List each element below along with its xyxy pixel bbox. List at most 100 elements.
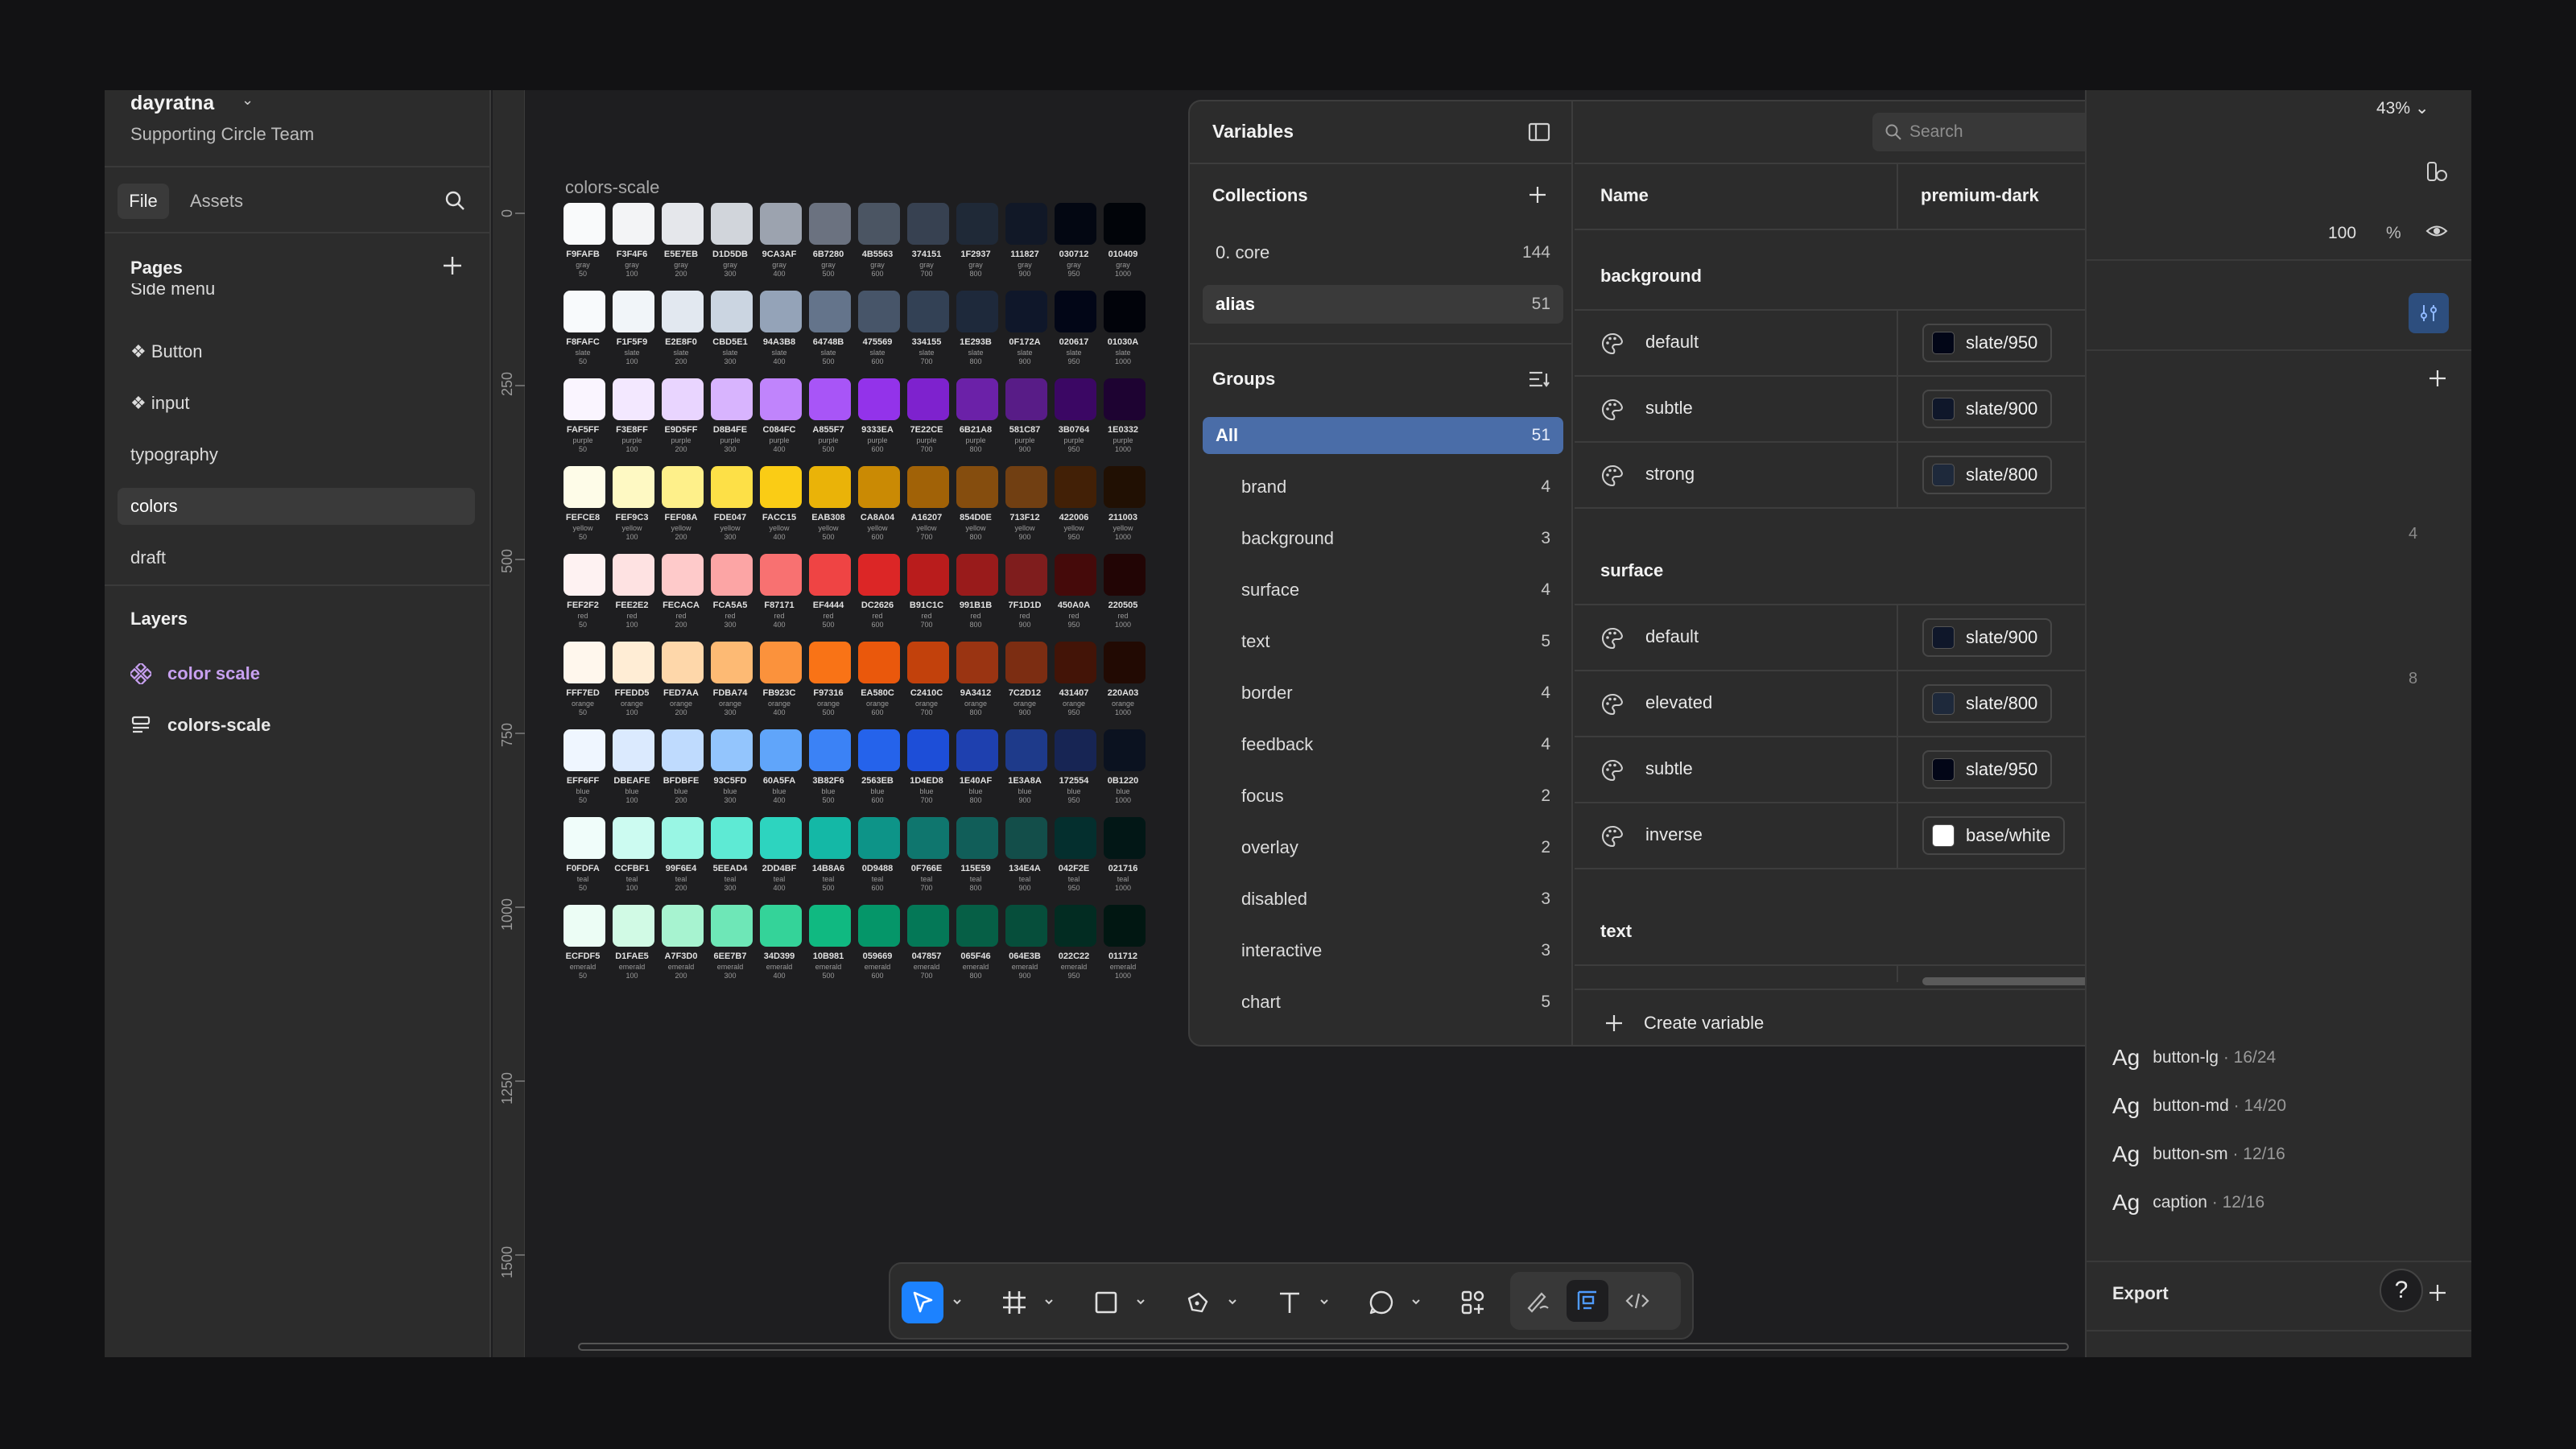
color-swatch[interactable]: [809, 905, 851, 947]
page-item-side-menu[interactable]: Side menu: [118, 283, 475, 304]
color-swatch[interactable]: [809, 642, 851, 683]
color-swatch[interactable]: [956, 817, 998, 859]
color-swatch[interactable]: [809, 466, 851, 508]
color-swatch[interactable]: [662, 554, 704, 596]
variable-name[interactable]: elevated: [1645, 692, 1712, 713]
color-swatch[interactable]: [1055, 817, 1096, 859]
color-swatch[interactable]: [711, 729, 753, 771]
color-swatch[interactable]: [1005, 291, 1047, 332]
apply-variable-button[interactable]: [2409, 293, 2449, 333]
add-style-icon[interactable]: [2426, 367, 2449, 390]
color-swatch[interactable]: [956, 378, 998, 420]
variable-mode-icon[interactable]: [2425, 159, 2449, 184]
color-swatch[interactable]: [564, 729, 605, 771]
color-swatch[interactable]: [1055, 203, 1096, 245]
column-header-name[interactable]: Name: [1600, 185, 1649, 206]
collection-item-core[interactable]: 0. core 144: [1203, 233, 1563, 272]
frame-tool-button[interactable]: [993, 1282, 1035, 1323]
color-swatch[interactable]: [907, 378, 949, 420]
zoom-level[interactable]: 43% ⌄: [2376, 98, 2429, 118]
chevron-down-icon[interactable]: [1043, 1296, 1055, 1307]
rectangle-tool-button[interactable]: [1085, 1282, 1127, 1323]
color-swatch[interactable]: [956, 291, 998, 332]
color-swatch[interactable]: [1104, 554, 1146, 596]
color-swatch[interactable]: [907, 905, 949, 947]
create-variable-button[interactable]: Create variable: [1604, 1013, 1764, 1034]
frame-title[interactable]: colors-scale: [565, 177, 659, 198]
color-swatch[interactable]: [1055, 905, 1096, 947]
export-section-title[interactable]: Export: [2112, 1283, 2169, 1304]
chevron-down-icon[interactable]: [952, 1296, 963, 1307]
color-swatch[interactable]: [760, 554, 802, 596]
color-swatch[interactable]: [564, 378, 605, 420]
chevron-down-icon[interactable]: [1227, 1296, 1238, 1307]
design-mode-button[interactable]: [1567, 1280, 1608, 1322]
page-item-draft[interactable]: draft: [118, 539, 475, 576]
variable-name[interactable]: default: [1645, 332, 1699, 353]
sidebar-toggle-icon[interactable]: [1528, 122, 1550, 142]
variable-name[interactable]: default: [1645, 626, 1699, 647]
color-swatch[interactable]: [1104, 905, 1146, 947]
variable-name[interactable]: subtle: [1645, 758, 1693, 779]
color-swatch[interactable]: [711, 291, 753, 332]
color-swatch[interactable]: [1055, 729, 1096, 771]
color-swatch[interactable]: [858, 466, 900, 508]
color-swatch[interactable]: [858, 905, 900, 947]
color-swatch[interactable]: [711, 554, 753, 596]
color-swatch[interactable]: [662, 378, 704, 420]
color-swatch[interactable]: [858, 729, 900, 771]
group-item-chart[interactable]: chart 5: [1203, 984, 1563, 1021]
color-swatch[interactable]: [858, 291, 900, 332]
color-swatch[interactable]: [564, 554, 605, 596]
color-swatch[interactable]: [956, 554, 998, 596]
color-swatch[interactable]: [1005, 817, 1047, 859]
column-header-mode[interactable]: premium-dark: [1921, 185, 2039, 206]
color-swatch[interactable]: [1005, 466, 1047, 508]
color-swatch[interactable]: [662, 203, 704, 245]
variable-value-pill[interactable]: base/white: [1922, 816, 2066, 855]
color-swatch[interactable]: [711, 905, 753, 947]
color-swatch[interactable]: [907, 554, 949, 596]
group-item-all[interactable]: All 51: [1203, 417, 1563, 454]
color-swatch[interactable]: [760, 642, 802, 683]
chevron-down-icon[interactable]: [1135, 1296, 1146, 1307]
layer-item-color-scale[interactable]: color scale: [130, 663, 260, 684]
group-item-surface[interactable]: surface 4: [1203, 572, 1563, 609]
color-swatch[interactable]: [662, 642, 704, 683]
color-swatch[interactable]: [809, 729, 851, 771]
color-swatch[interactable]: [809, 203, 851, 245]
color-swatch[interactable]: [711, 378, 753, 420]
variable-name[interactable]: strong: [1645, 464, 1695, 485]
color-swatch[interactable]: [956, 466, 998, 508]
color-swatch[interactable]: [760, 203, 802, 245]
variable-name[interactable]: inverse: [1645, 824, 1703, 845]
add-collection-icon[interactable]: [1526, 184, 1549, 206]
opacity-input[interactable]: 100 %: [2312, 216, 2401, 251]
color-swatch[interactable]: [956, 642, 998, 683]
color-swatch[interactable]: [613, 554, 654, 596]
page-item-button[interactable]: ❖ Button: [118, 333, 475, 370]
variable-value-pill[interactable]: slate/950: [1922, 750, 2053, 789]
color-swatch[interactable]: [1104, 642, 1146, 683]
workspace-name[interactable]: dayratna: [130, 92, 214, 115]
color-swatch[interactable]: [1055, 466, 1096, 508]
color-swatch[interactable]: [1104, 817, 1146, 859]
color-swatch[interactable]: [613, 203, 654, 245]
eye-icon[interactable]: [2425, 219, 2449, 243]
group-item-text[interactable]: text 5: [1203, 623, 1563, 660]
color-swatch[interactable]: [907, 466, 949, 508]
search-icon[interactable]: [443, 188, 467, 213]
group-item-disabled[interactable]: disabled 3: [1203, 881, 1563, 918]
color-swatch[interactable]: [907, 642, 949, 683]
color-swatch[interactable]: [662, 466, 704, 508]
color-swatch[interactable]: [613, 291, 654, 332]
color-swatch[interactable]: [1005, 729, 1047, 771]
color-swatch[interactable]: [1104, 203, 1146, 245]
color-swatch[interactable]: [613, 642, 654, 683]
color-swatch[interactable]: [613, 466, 654, 508]
pen-tool-button[interactable]: [1177, 1282, 1219, 1323]
color-swatch[interactable]: [1005, 554, 1047, 596]
draw-mode-button[interactable]: [1517, 1280, 1558, 1322]
color-swatch[interactable]: [760, 905, 802, 947]
variable-value-pill[interactable]: slate/950: [1922, 324, 2053, 362]
